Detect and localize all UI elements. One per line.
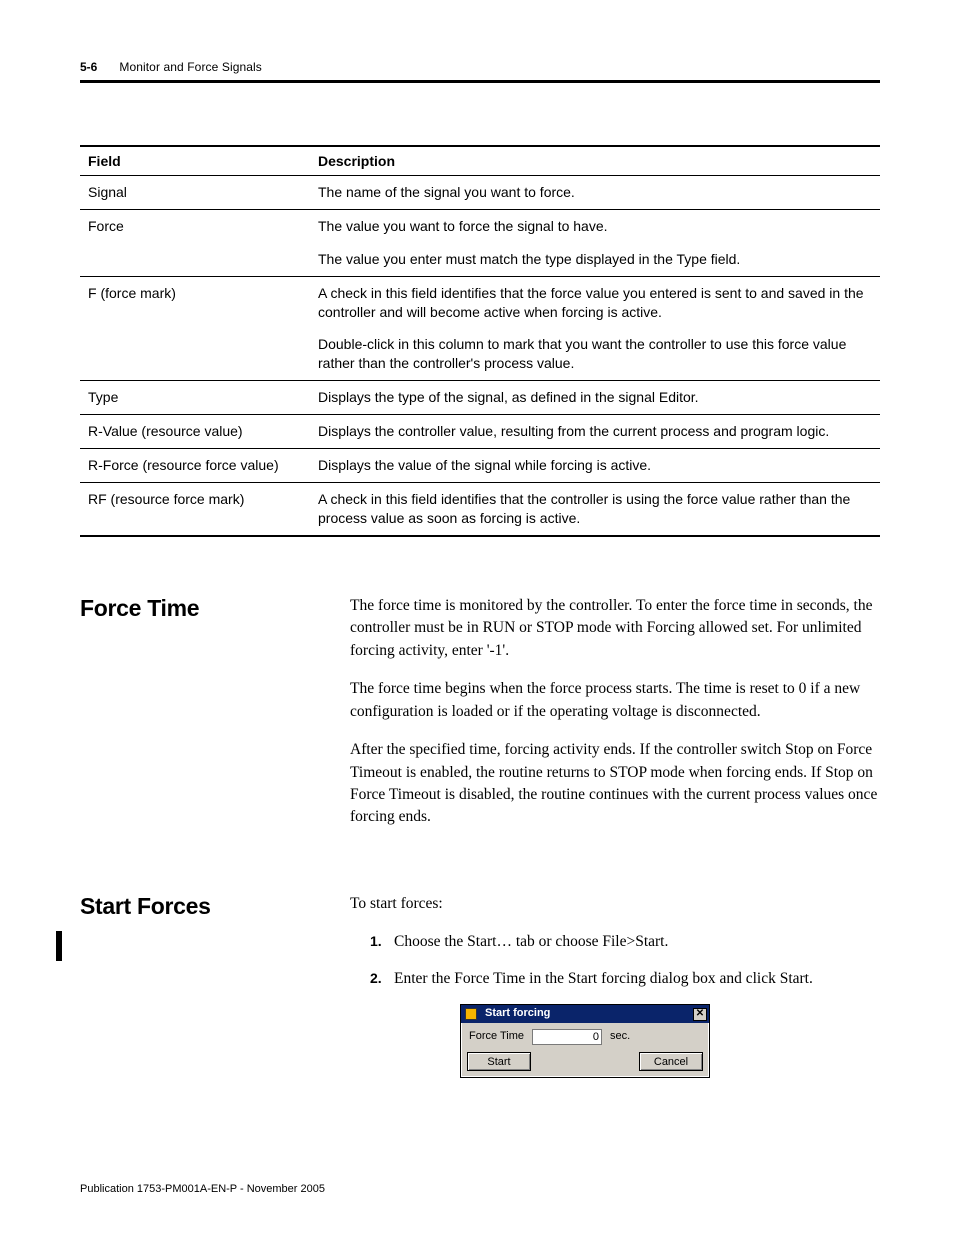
start-forces-intro: To start forces: (350, 893, 880, 915)
table-row: R-Force (resource force value) Displays … (80, 449, 880, 483)
cell-desc: A check in this field identifies that th… (310, 482, 880, 535)
close-icon: ✕ (696, 1009, 704, 1019)
body-start-forces: To start forces: 1. Choose the Start… ta… (350, 893, 880, 1078)
section-start-forces: Start Forces To start forces: 1. Choose … (80, 893, 880, 1078)
cell-field: Type (80, 381, 310, 415)
cell-desc: The name of the signal you want to force… (310, 176, 880, 210)
section-force-time: Force Time The force time is monitored b… (80, 595, 880, 845)
section-title: Monitor and Force Signals (119, 60, 262, 74)
cell-field: Signal (80, 176, 310, 210)
cell-desc: Displays the controller value, resulting… (310, 415, 880, 449)
table-row: Signal The name of the signal you want t… (80, 176, 880, 210)
cell-field: Force (80, 209, 310, 276)
cell-field: RF (resource force mark) (80, 482, 310, 535)
table-row: Type Displays the type of the signal, as… (80, 381, 880, 415)
force-time-input[interactable] (532, 1029, 602, 1045)
table-row: R-Value (resource value) Displays the co… (80, 415, 880, 449)
heading-start-forces: Start Forces (80, 893, 350, 1078)
change-bar (56, 931, 62, 961)
th-description: Description (310, 146, 880, 176)
cell-desc: Displays the value of the signal while f… (310, 449, 880, 483)
dialog-button-bar: Start Cancel (461, 1048, 709, 1077)
step-number: 2. (370, 968, 382, 988)
cell-field: R-Force (resource force value) (80, 449, 310, 483)
field-description-table: Field Description Signal The name of the… (80, 145, 880, 537)
th-field: Field (80, 146, 310, 176)
cell-desc-p1: A check in this field identifies that th… (318, 285, 864, 320)
cell-desc-p2: Double-click in this column to mark that… (318, 335, 872, 373)
step-number: 1. (370, 931, 382, 951)
dialog-client: Force Time sec. (461, 1023, 709, 1048)
cell-field: R-Value (resource value) (80, 415, 310, 449)
table-row: RF (resource force mark) A check in this… (80, 482, 880, 535)
running-head: 5-6 Monitor and Force Signals (80, 60, 880, 74)
step-text: Enter the Force Time in the Start forcin… (394, 970, 813, 987)
force-time-p3: After the specified time, forcing activi… (350, 739, 880, 829)
force-time-p2: The force time begins when the force pro… (350, 678, 880, 723)
heading-force-time: Force Time (80, 595, 350, 845)
step-text: Choose the Start… tab or choose File>Sta… (394, 933, 668, 950)
list-item: 2. Enter the Force Time in the Start for… (370, 968, 880, 990)
cancel-button[interactable]: Cancel (639, 1052, 703, 1071)
force-time-label: Force Time (469, 1029, 524, 1045)
page: 5-6 Monitor and Force Signals Field Desc… (80, 60, 880, 1078)
close-button[interactable]: ✕ (693, 1008, 707, 1021)
dialog-titlebar: Start forcing ✕ (461, 1005, 709, 1023)
app-icon (465, 1008, 477, 1020)
dialog-title: Start forcing (485, 1006, 550, 1022)
cell-desc-p2: The value you enter must match the type … (318, 250, 872, 269)
start-forces-steps: 1. Choose the Start… tab or choose File>… (370, 931, 880, 990)
start-button[interactable]: Start (467, 1052, 531, 1071)
force-time-unit: sec. (610, 1029, 630, 1045)
body-force-time: The force time is monitored by the contr… (350, 595, 880, 845)
list-item: 1. Choose the Start… tab or choose File>… (370, 931, 880, 953)
table-row: Force The value you want to force the si… (80, 209, 880, 276)
force-time-p1: The force time is monitored by the contr… (350, 595, 880, 662)
cell-field: F (force mark) (80, 276, 310, 381)
start-forcing-dialog: Start forcing ✕ Force Time sec. Start Ca… (460, 1004, 710, 1078)
cell-desc: A check in this field identifies that th… (310, 276, 880, 381)
page-number: 5-6 (80, 60, 97, 74)
cell-desc: Displays the type of the signal, as defi… (310, 381, 880, 415)
table-row: F (force mark) A check in this field ide… (80, 276, 880, 381)
cell-desc: The value you want to force the signal t… (310, 209, 880, 276)
cell-desc-p1: The value you want to force the signal t… (318, 218, 608, 234)
start-forcing-dialog-figure: Start forcing ✕ Force Time sec. Start Ca… (460, 1004, 880, 1078)
header-rule (80, 80, 880, 83)
publication-footer: Publication 1753-PM001A-EN-P - November … (80, 1183, 325, 1195)
